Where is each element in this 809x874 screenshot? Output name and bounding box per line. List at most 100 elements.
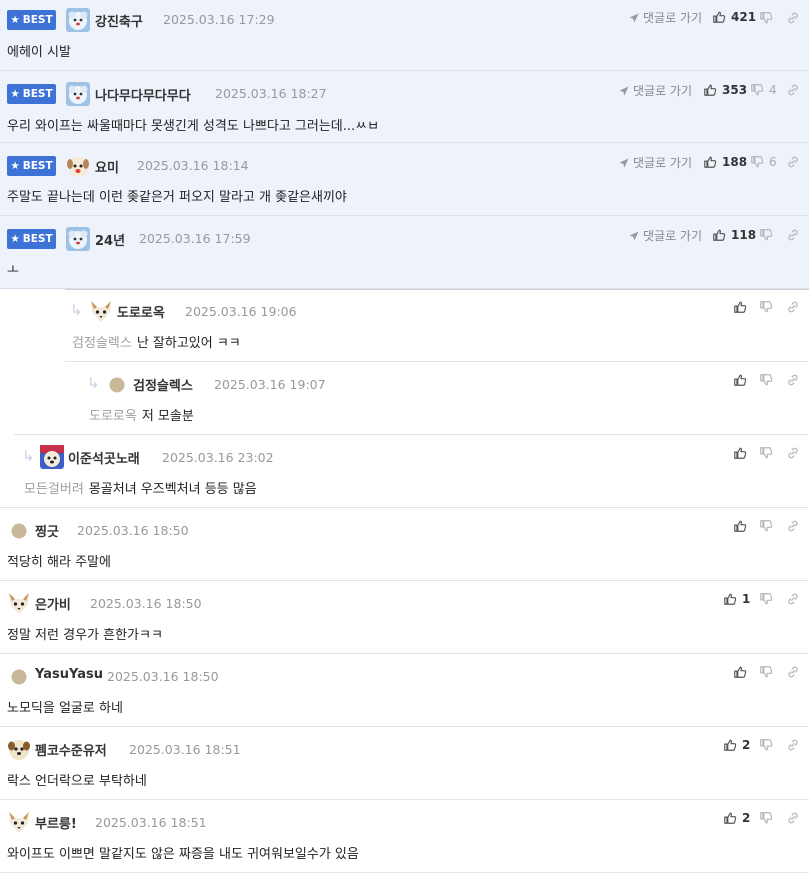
reply-arrow-icon: ↳ bbox=[87, 374, 100, 392]
copy-link-button[interactable] bbox=[786, 446, 800, 460]
goto-reply-button[interactable]: 댓글로 가기 bbox=[618, 154, 692, 171]
like-button[interactable]: 2 bbox=[723, 738, 750, 752]
comment-best-2: ★ BEST 나다무다무다무다 2025.03.16 18:27 댓글로 가기 3… bbox=[0, 71, 809, 143]
like-button[interactable]: 118 bbox=[712, 228, 756, 242]
comment-body: 몽골처녀 우즈벡처녀 등등 많음 bbox=[88, 482, 257, 497]
like-button[interactable]: 188 bbox=[703, 155, 747, 169]
nickname[interactable]: 찡긋 bbox=[35, 521, 59, 540]
link-icon bbox=[786, 11, 800, 25]
like-button[interactable] bbox=[733, 373, 747, 387]
send-icon bbox=[618, 157, 630, 169]
comment-text: 노모딕을 얼굴로 하네 bbox=[7, 701, 123, 716]
avatar[interactable] bbox=[66, 82, 90, 106]
copy-link-button[interactable] bbox=[786, 228, 800, 242]
thumbs-down-icon bbox=[759, 11, 773, 25]
like-button[interactable] bbox=[733, 446, 747, 460]
nickname[interactable]: 24년 bbox=[95, 230, 125, 249]
avatar[interactable] bbox=[66, 8, 90, 32]
avatar[interactable] bbox=[11, 669, 27, 685]
nickname[interactable]: 요미 bbox=[95, 157, 119, 176]
dislike-button[interactable]: 4 bbox=[750, 83, 777, 97]
copy-link-button[interactable] bbox=[786, 155, 800, 169]
copy-link-button[interactable] bbox=[786, 300, 800, 314]
comment-text: 와이프도 이쁘면 말같지도 않은 짜증을 내도 귀여워보일수가 있음 bbox=[7, 847, 359, 862]
dislike-button[interactable] bbox=[759, 228, 773, 242]
comment-text: 에헤이 시발 bbox=[7, 45, 71, 60]
thumbs-up-icon bbox=[703, 83, 717, 97]
thumbs-up-icon bbox=[733, 665, 747, 679]
nickname[interactable]: 도로로옥 bbox=[117, 302, 165, 321]
nickname[interactable]: 이준석곳노래 bbox=[68, 448, 140, 467]
like-button[interactable]: 353 bbox=[703, 83, 747, 97]
like-button[interactable] bbox=[733, 665, 747, 679]
avatar[interactable] bbox=[7, 591, 31, 615]
dislike-button[interactable] bbox=[759, 446, 773, 460]
copy-link-button[interactable] bbox=[786, 811, 800, 825]
dislike-button[interactable] bbox=[759, 665, 773, 679]
dislike-button[interactable] bbox=[759, 738, 773, 752]
link-icon bbox=[786, 83, 800, 97]
copy-link-button[interactable] bbox=[786, 665, 800, 679]
copy-link-button[interactable] bbox=[786, 738, 800, 752]
dislike-button[interactable] bbox=[759, 592, 773, 606]
like-count: 188 bbox=[722, 155, 748, 169]
like-button[interactable] bbox=[733, 519, 747, 533]
copy-link-button[interactable] bbox=[786, 519, 800, 533]
nickname[interactable]: 나다무다무다무다 bbox=[95, 85, 191, 104]
nickname[interactable]: 부르릉! bbox=[35, 813, 77, 832]
link-icon bbox=[786, 665, 800, 679]
dislike-button[interactable] bbox=[759, 11, 773, 25]
thumbs-up-icon bbox=[733, 446, 747, 460]
best-badge: ★ BEST bbox=[7, 156, 56, 176]
avatar[interactable] bbox=[66, 154, 90, 178]
avatar[interactable] bbox=[66, 227, 90, 251]
like-count: 353 bbox=[722, 83, 748, 97]
copy-link-button[interactable] bbox=[786, 83, 800, 97]
dislike-button[interactable] bbox=[759, 373, 773, 387]
comment-body: 저 모솔분 bbox=[141, 409, 194, 424]
goto-reply-button[interactable]: 댓글로 가기 bbox=[618, 82, 692, 99]
comment-text: 적당히 해라 주말에 bbox=[7, 555, 111, 570]
dislike-button[interactable] bbox=[759, 300, 773, 314]
like-button[interactable]: 2 bbox=[723, 811, 750, 825]
copy-link-button[interactable] bbox=[786, 373, 800, 387]
avatar[interactable] bbox=[11, 523, 27, 539]
comment-date: 2025.03.16 18:27 bbox=[215, 86, 327, 101]
dislike-button[interactable] bbox=[759, 519, 773, 533]
thumbs-down-icon bbox=[759, 519, 773, 533]
star-icon: ★ bbox=[10, 88, 20, 100]
comment-text: ㅗ bbox=[7, 263, 19, 278]
link-icon bbox=[786, 738, 800, 752]
copy-link-button[interactable] bbox=[786, 11, 800, 25]
mention-link[interactable]: 검정슬렉스 bbox=[72, 336, 132, 351]
thumbs-up-icon bbox=[733, 373, 747, 387]
comment-date: 2025.03.16 18:50 bbox=[90, 596, 202, 611]
dislike-button[interactable] bbox=[759, 811, 773, 825]
nickname[interactable]: 강진축구 bbox=[95, 11, 143, 30]
mention-link[interactable]: 모든걸버려 bbox=[24, 482, 84, 497]
dislike-button[interactable]: 6 bbox=[750, 155, 777, 169]
nickname[interactable]: YasuYasu bbox=[35, 667, 103, 682]
avatar[interactable] bbox=[7, 810, 31, 834]
nickname[interactable]: 펨코수준유저 bbox=[35, 740, 107, 759]
best-badge: ★ BEST bbox=[7, 229, 56, 249]
goto-reply-button[interactable]: 댓글로 가기 bbox=[628, 227, 702, 244]
nickname[interactable]: 검정슬렉스 bbox=[133, 375, 193, 394]
reply-arrow-icon: ↳ bbox=[70, 301, 83, 319]
avatar[interactable] bbox=[7, 737, 31, 761]
reply-comment: ↳ 이준석곳노래 2025.03.16 23:02 모든걸버려 몽골처녀 우즈벡처… bbox=[0, 435, 809, 508]
link-icon bbox=[786, 519, 800, 533]
avatar[interactable] bbox=[109, 377, 125, 393]
thumbs-up-icon bbox=[712, 228, 726, 242]
goto-reply-button[interactable]: 댓글로 가기 bbox=[628, 9, 702, 26]
avatar[interactable] bbox=[89, 299, 113, 323]
avatar[interactable] bbox=[40, 445, 64, 469]
copy-link-button[interactable] bbox=[786, 592, 800, 606]
star-icon: ★ bbox=[10, 14, 20, 26]
like-button[interactable]: 421 bbox=[712, 10, 756, 24]
like-button[interactable]: 1 bbox=[723, 592, 750, 606]
like-button[interactable] bbox=[733, 300, 747, 314]
nickname[interactable]: 은가비 bbox=[35, 594, 71, 613]
mention-link[interactable]: 도로로옥 bbox=[89, 409, 137, 424]
comment-text: 락스 언더락으로 부탁하네 bbox=[7, 774, 147, 789]
